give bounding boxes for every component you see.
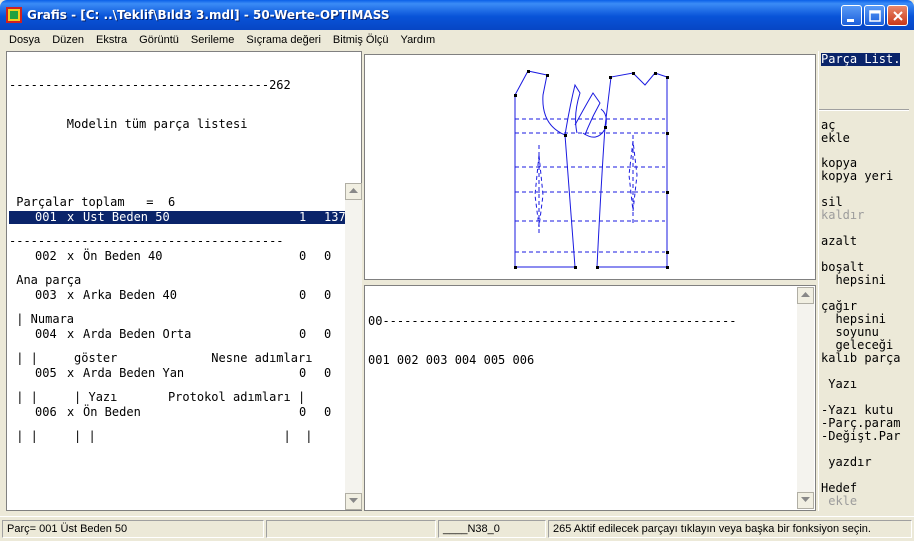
command-kalib-parca[interactable]: kalıb parça (821, 352, 900, 365)
command-parca-list[interactable]: Parça List. (821, 53, 901, 66)
part-name: Arka Beden 40 (83, 288, 177, 302)
command-panel: Parça List. aç ekle kopya kopya yeri sil… (818, 51, 910, 511)
scroll-down-button[interactable] (797, 492, 814, 509)
maximize-button[interactable] (864, 5, 885, 26)
command-kaldir[interactable]: kaldır (821, 209, 864, 222)
minimize-button[interactable] (841, 5, 862, 26)
part-object-steps: 0 (324, 249, 332, 263)
part-row[interactable]: 002 x Ön Beden 40 0 0 (9, 250, 345, 263)
part-row[interactable]: 003 x Arka Beden 40 0 0 (9, 289, 345, 302)
parts-list-scrollbar[interactable] (345, 183, 362, 510)
console-line: 00--------------------------------------… (368, 314, 737, 328)
pattern-preview-canvas[interactable] (364, 54, 816, 280)
part-number: 001 (35, 210, 57, 224)
menu-goruntu[interactable]: Görüntü (133, 34, 185, 46)
header-line: Modelin tüm parça listesi (9, 117, 248, 131)
divider (819, 109, 909, 111)
app-icon (6, 7, 22, 23)
part-show-flag: x (67, 249, 75, 263)
command-degist-par[interactable]: -Değişt.Par (821, 430, 900, 443)
output-console: 00--------------------------------------… (364, 285, 816, 511)
header-line (9, 157, 312, 170)
menu-bitmis-olcu[interactable]: Bitmiş Ölçü (327, 34, 395, 46)
part-object-steps: 0 (324, 405, 332, 419)
arrow-down-icon (801, 497, 810, 502)
status-current-part: Parç= 001 Üst Beden 50 (2, 520, 264, 538)
pattern-front-piece (596, 72, 668, 268)
pattern-drawing (514, 70, 669, 269)
header-line: ------------------------------------262 (9, 78, 291, 92)
part-object-steps: 0 (324, 366, 332, 380)
part-row[interactable]: 006 x Ön Beden 0 0 (9, 406, 345, 419)
console-scrollbar[interactable] (797, 287, 814, 509)
part-name: Ön Beden 40 (83, 249, 163, 263)
part-number: 002 (35, 249, 57, 263)
pattern-armhole-piece-1 (564, 83, 581, 136)
status-message: 265 Aktif edilecek parçayı tıklayın veya… (548, 520, 912, 538)
command-hedef-ekle[interactable]: ekle (821, 495, 857, 508)
arrow-up-icon (349, 188, 358, 193)
part-protocol-steps: 0 (299, 249, 307, 263)
part-number: 004 (35, 327, 57, 341)
part-object-steps: 0 (324, 288, 332, 302)
menu-serileme[interactable]: Serileme (185, 34, 240, 46)
close-icon (893, 11, 903, 21)
part-object-steps: 0 (324, 327, 332, 341)
console-line: 001 002 003 004 005 006 (368, 353, 535, 367)
part-name: Üst Beden 50 (83, 210, 170, 224)
scroll-up-button[interactable] (797, 287, 814, 304)
maximize-icon (869, 10, 881, 22)
menu-yardim[interactable]: Yardım (395, 34, 442, 46)
part-row[interactable]: 004 x Arda Beden Orta 0 0 (9, 328, 345, 341)
part-show-flag: x (67, 288, 75, 302)
arrow-down-icon (349, 498, 358, 503)
part-name: Arda Beden Orta (83, 327, 192, 341)
part-number: 006 (35, 405, 57, 419)
part-number: 005 (35, 366, 57, 380)
scroll-up-button[interactable] (345, 183, 362, 200)
menu-sicrama-degeri[interactable]: Sıçrama değeri (240, 34, 327, 46)
part-object-steps: 137 (324, 210, 346, 224)
part-protocol-steps: 0 (299, 327, 307, 341)
part-row-selected[interactable]: 001 x Üst Beden 50 1 137 (9, 210, 346, 224)
part-name: Arda Beden Yan (83, 366, 185, 380)
command-yazdir[interactable]: yazdır (821, 456, 871, 469)
part-protocol-steps: 1 (299, 210, 307, 224)
part-protocol-steps: 0 (299, 288, 307, 302)
part-show-flag: x (67, 327, 75, 341)
parts-list: 001 x Üst Beden 50 1 137 002 x Ön Beden … (9, 185, 346, 445)
command-kopya-yeri[interactable]: kopya yeri (821, 170, 893, 183)
part-protocol-steps: 0 (299, 366, 307, 380)
pattern-armhole-piece-2 (574, 92, 601, 136)
command-ekle[interactable]: ekle (821, 132, 850, 145)
part-protocol-steps: 0 (299, 405, 307, 419)
command-azalt[interactable]: azalt (821, 235, 857, 248)
arrow-up-icon (801, 292, 810, 297)
part-show-flag: x (67, 210, 75, 224)
part-name: Ön Beden (83, 405, 141, 419)
window-title: Grafis - [C: ..\Teklif\Bıld3 3.mdl] - 50… (27, 8, 390, 22)
minimize-icon (847, 19, 854, 22)
status-empty (266, 520, 436, 538)
pattern-back-piece (514, 70, 576, 268)
command-yazi[interactable]: Yazı (821, 378, 857, 391)
scroll-down-button[interactable] (345, 493, 362, 510)
menu-dosya[interactable]: Dosya (3, 34, 46, 46)
parts-list-panel: ------------------------------------262 … (6, 51, 362, 511)
part-row[interactable]: 005 x Arda Beden Yan 0 0 (9, 367, 345, 380)
part-show-flag: x (67, 405, 75, 419)
part-show-flag: x (67, 366, 75, 380)
status-code: ____N38_0 (438, 520, 546, 538)
console-text: 00--------------------------------------… (368, 289, 736, 393)
part-number: 003 (35, 288, 57, 302)
menu-bar: Dosya Düzen Ekstra Görüntü Serileme Sıçr… (0, 30, 914, 49)
status-bar: Parç= 001 Üst Beden 50 ____N38_0 265 Akt… (0, 516, 914, 541)
menu-ekstra[interactable]: Ekstra (90, 34, 133, 46)
close-button[interactable] (887, 5, 908, 26)
command-bosalt-hepsini[interactable]: hepsini (821, 274, 886, 287)
menu-duzen[interactable]: Düzen (46, 34, 90, 46)
title-bar[interactable]: Grafis - [C: ..\Teklif\Bıld3 3.mdl] - 50… (0, 0, 914, 30)
